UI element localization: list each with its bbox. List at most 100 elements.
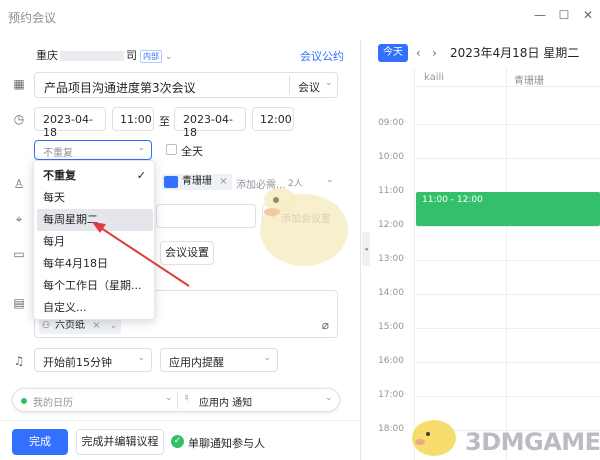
attachment-label: 六页纸 <box>55 320 85 331</box>
watermark-text: 3DMGAME <box>465 428 600 456</box>
remove-icon[interactable]: × <box>92 320 100 331</box>
repeat-option[interactable]: 每周星期二 <box>37 209 153 231</box>
chevron-down-icon: ⌄ <box>109 321 118 331</box>
avatar <box>164 176 178 188</box>
repeat-option[interactable]: 每年4月18日 <box>37 253 153 275</box>
organizer-name-redacted <box>60 51 124 61</box>
done-button[interactable]: 完成 <box>12 429 68 455</box>
chevron-down-icon: ⌄ <box>263 353 271 363</box>
organizer-name-prefix: 重庆 <box>36 49 58 62</box>
add-icon: + <box>269 210 278 221</box>
hour-gridline <box>414 124 600 125</box>
close-icon[interactable]: ✕ <box>578 6 598 24</box>
end-time-value: 12:00 <box>260 113 292 126</box>
repeat-option[interactable]: 每月 <box>37 231 153 253</box>
maximize-icon[interactable]: ☐ <box>554 6 574 24</box>
hour-label: 16:00 <box>378 356 404 366</box>
start-time-input[interactable]: 11:00 <box>112 107 154 131</box>
reminder-time-select[interactable]: 开始前15分钟 ⌄ <box>34 348 152 372</box>
attendee-placeholder: 添加必需... <box>236 180 286 191</box>
description-icon: ▤ <box>13 296 25 310</box>
mascot-logo-watermark <box>412 420 456 456</box>
meeting-window: 预约会议 — ☐ ✕ 重庆司内部 ⌄ 会议公约 ▦ 产品项目沟通进度第3次会议 会… <box>0 0 600 460</box>
chevron-down-icon: ⌄ <box>325 393 333 403</box>
calendar-icon: ▦ <box>13 77 25 91</box>
calendar-select[interactable]: 我的日历 <box>33 394 73 409</box>
attendee-chip[interactable]: 青珊珊 × <box>162 174 232 190</box>
column-divider <box>506 68 507 460</box>
allday-checkbox[interactable] <box>166 144 177 155</box>
notify-icon: ♮ <box>185 393 189 404</box>
event-block[interactable]: 11:00 - 12:00 <box>416 192 600 226</box>
hour-label: 12:00 <box>378 220 404 230</box>
calendar-notify-bar: 我的日历 ⌄ ♮ 应用内 通知 ⌄ <box>12 388 340 412</box>
repeat-option[interactable]: 不重复 ✓ <box>37 165 153 187</box>
calendar-date-title: 2023年4月18日 星期二 <box>450 46 580 60</box>
repeat-option-label: 每月 <box>43 235 65 248</box>
prev-day-icon[interactable]: ‹ <box>416 44 421 62</box>
remove-icon[interactable]: × <box>219 176 227 187</box>
time-gutter-line <box>414 68 415 460</box>
repeat-option-label: 自定义... <box>43 301 87 314</box>
meeting-type-select[interactable]: 会议 <box>298 79 320 95</box>
hour-gridline <box>414 294 600 295</box>
start-time-value: 11:00 <box>120 113 152 126</box>
calendar-column-kaili: kaili <box>424 72 445 83</box>
repeat-option-label: 每周星期二 <box>43 213 98 226</box>
organizer-name-suffix: 司 <box>126 49 137 62</box>
repeat-option-label: 每年4月18日 <box>43 257 108 270</box>
hour-gridline <box>414 226 600 227</box>
reminder-type-value: 应用内提醒 <box>169 356 224 369</box>
link-icon: ⚇ <box>42 321 51 331</box>
chevron-down-icon: ⌄ <box>326 175 334 185</box>
repeat-option-label: 每天 <box>43 191 65 204</box>
attendee-chip-label: 青珊珊 <box>182 176 212 187</box>
repeat-option[interactable]: 自定义... <box>37 297 153 319</box>
done-edit-agenda-button[interactable]: 完成并编辑议程 <box>76 429 164 455</box>
next-day-icon[interactable]: › <box>432 44 437 62</box>
footer-divider <box>0 420 360 421</box>
hour-gridline <box>414 260 600 261</box>
end-time-input[interactable]: 12:00 <box>252 107 294 131</box>
hour-label: 15:00 <box>378 322 404 332</box>
organizer-selector[interactable]: 重庆 司内部 ⌄ <box>36 47 173 63</box>
add-room-label: 添加会议室 <box>281 214 331 225</box>
attachment-chip[interactable]: ⚇ 六页纸 × ⌄ <box>39 318 122 334</box>
bell-icon: ♫ <box>13 354 25 368</box>
hour-gridline <box>414 158 600 159</box>
repeat-select[interactable]: 不重复 ⌄ <box>34 140 152 160</box>
attendee-input[interactable]: 青珊珊 × 添加必需... 2人 ⌄ <box>158 170 338 194</box>
today-button[interactable]: 今天 <box>378 44 408 62</box>
notify-check-icon[interactable]: ✓ <box>171 435 184 448</box>
meeting-settings-button[interactable]: 会议设置 <box>160 241 214 265</box>
video-icon: ▭ <box>13 247 25 261</box>
attach-icon[interactable]: ⌀ <box>322 318 329 332</box>
minimize-icon[interactable]: — <box>530 6 550 24</box>
end-date-input[interactable]: 2023-04-18 <box>174 107 246 139</box>
repeat-option[interactable]: 每天 <box>37 187 153 209</box>
notify-select[interactable]: 应用内 通知 <box>199 394 252 409</box>
hour-gridline <box>414 328 600 329</box>
hour-label: 11:00 <box>378 186 404 196</box>
event-time: 11:00 - 12:00 <box>422 195 483 205</box>
start-date-input[interactable]: 2023-04-18 <box>34 107 106 139</box>
allday-label: 全天 <box>181 145 203 158</box>
chevron-down-icon: ⌄ <box>165 52 173 62</box>
repeat-dropdown: 不重复 ✓ 每天每周星期二每月每年4月18日每个工作日（星期... 自定义... <box>33 160 155 320</box>
reminder-type-select[interactable]: 应用内提醒 ⌄ <box>160 348 278 372</box>
repeat-option[interactable]: 每个工作日（星期... <box>37 275 153 297</box>
notify-participants-label: 单聊通知参与人 <box>188 437 265 450</box>
hour-label: 14:00 <box>378 288 404 298</box>
calendar-color-dot <box>21 398 27 404</box>
collapse-handle-icon[interactable]: ◂ <box>362 232 370 266</box>
room-input[interactable] <box>156 204 256 228</box>
repeat-select-value: 不重复 <box>43 148 73 159</box>
meeting-convention-link[interactable]: 会议公约 <box>300 48 344 64</box>
calendar-column-qingshanshan: 青珊珊 <box>514 76 544 87</box>
clock-icon: ◷ <box>13 112 25 126</box>
row-divider <box>177 393 178 409</box>
title-input-value: 产品项目沟通进度第3次会议 <box>44 81 196 95</box>
person-icon: ♙ <box>13 177 25 191</box>
title-input[interactable]: 产品项目沟通进度第3次会议 会议 ⌄ <box>34 72 338 98</box>
add-room-button[interactable]: + 添加会议室 <box>262 204 338 228</box>
